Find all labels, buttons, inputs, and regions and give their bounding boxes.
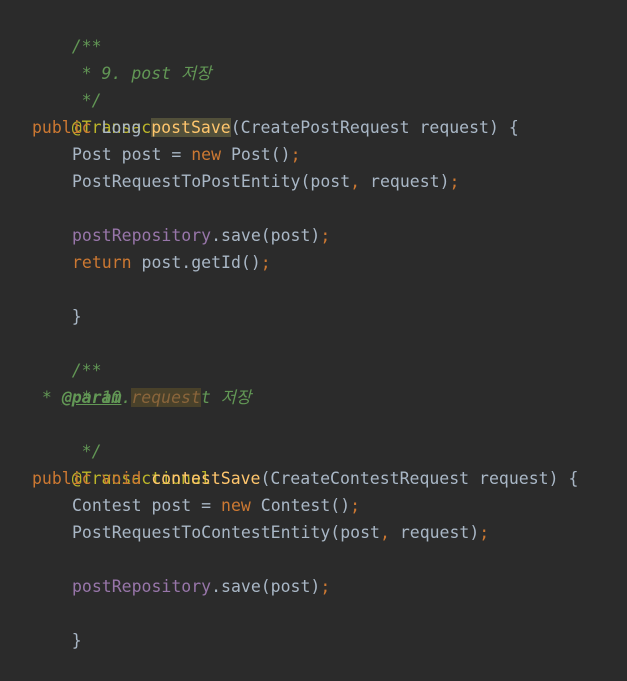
- closing-brace: }: [71, 631, 82, 650]
- code-editor[interactable]: /** * 9. post 저장 */ @Transactional publi…: [0, 0, 627, 650]
- code-line: }: [32, 600, 82, 650]
- code-line: */: [32, 60, 102, 110]
- statement-text: Post post =: [72, 145, 192, 164]
- method-name-contestsave[interactable]: contestSave: [151, 469, 260, 488]
- method-params: (CreatePostRequest request) {: [230, 118, 519, 137]
- statement-text: PostRequestToContestEntity(post: [72, 523, 380, 542]
- code-line: */: [32, 411, 102, 461]
- code-line: * 9. post 저장: [32, 33, 212, 83]
- keyword-public: public: [32, 469, 92, 488]
- statement-text: PostRequestToPostEntity(post: [72, 172, 351, 191]
- code-line: PostRequestToContestEntity(post, request…: [32, 519, 489, 546]
- keyword-new: new: [191, 145, 222, 164]
- semicolon: ;: [479, 523, 490, 542]
- semicolon: ;: [260, 253, 271, 272]
- semicolon: ;: [449, 172, 460, 191]
- statement-text: request): [389, 523, 480, 542]
- code-line: /**: [32, 6, 102, 56]
- keyword-public: public: [32, 118, 92, 137]
- statement-text: post.getId(): [131, 253, 261, 272]
- code-line: Post post = new Post();: [32, 141, 301, 168]
- statement-text: .save(post): [211, 577, 321, 596]
- comma: ,: [379, 523, 390, 542]
- semicolon: ;: [290, 145, 301, 164]
- code-line: postRepository.save(post);: [32, 222, 330, 249]
- method-params: (CreateContestRequest request) {: [260, 469, 579, 488]
- doc-param-name: request: [131, 388, 201, 407]
- code-line: Contest post = new Contest();: [32, 492, 360, 519]
- statement-text: .save(post): [211, 226, 321, 245]
- code-line: * @param request: [32, 384, 201, 411]
- comma: ,: [350, 172, 361, 191]
- code-line: public Long postSave(CreatePostRequest r…: [32, 114, 519, 141]
- semicolon: ;: [320, 226, 331, 245]
- code-line: /**: [32, 330, 102, 380]
- keyword-new: new: [221, 496, 251, 515]
- code-line: @Transactional: [32, 87, 211, 137]
- code-line: public void contestSave(CreateContestReq…: [32, 465, 578, 492]
- code-line: * 10. contest 저장: [32, 357, 251, 407]
- code-line: @Transactional: [32, 438, 211, 488]
- method-name-postsave[interactable]: postSave: [151, 118, 231, 137]
- semicolon: ;: [320, 577, 331, 596]
- closing-brace: }: [71, 307, 82, 326]
- code-line: }: [32, 276, 82, 326]
- code-line: return post.getId();: [32, 249, 271, 276]
- statement-text: request): [360, 172, 450, 191]
- keyword-return: return: [72, 253, 132, 272]
- field-postrepository: postRepository: [72, 577, 212, 596]
- statement-text: Contest post =: [72, 496, 222, 515]
- semicolon: ;: [350, 496, 361, 515]
- keyword-void: void: [91, 469, 152, 488]
- code-line: PostRequestToPostEntity(post, request);: [32, 168, 459, 195]
- statement-text: Contest(): [250, 496, 351, 515]
- field-postrepository: postRepository: [72, 226, 212, 245]
- code-line: postRepository.save(post);: [32, 573, 330, 600]
- statement-text: Post(): [221, 145, 291, 164]
- doc-param-tag: @param: [61, 388, 122, 407]
- doc-comment-prefix: *: [32, 388, 62, 407]
- return-type: Long: [91, 118, 152, 137]
